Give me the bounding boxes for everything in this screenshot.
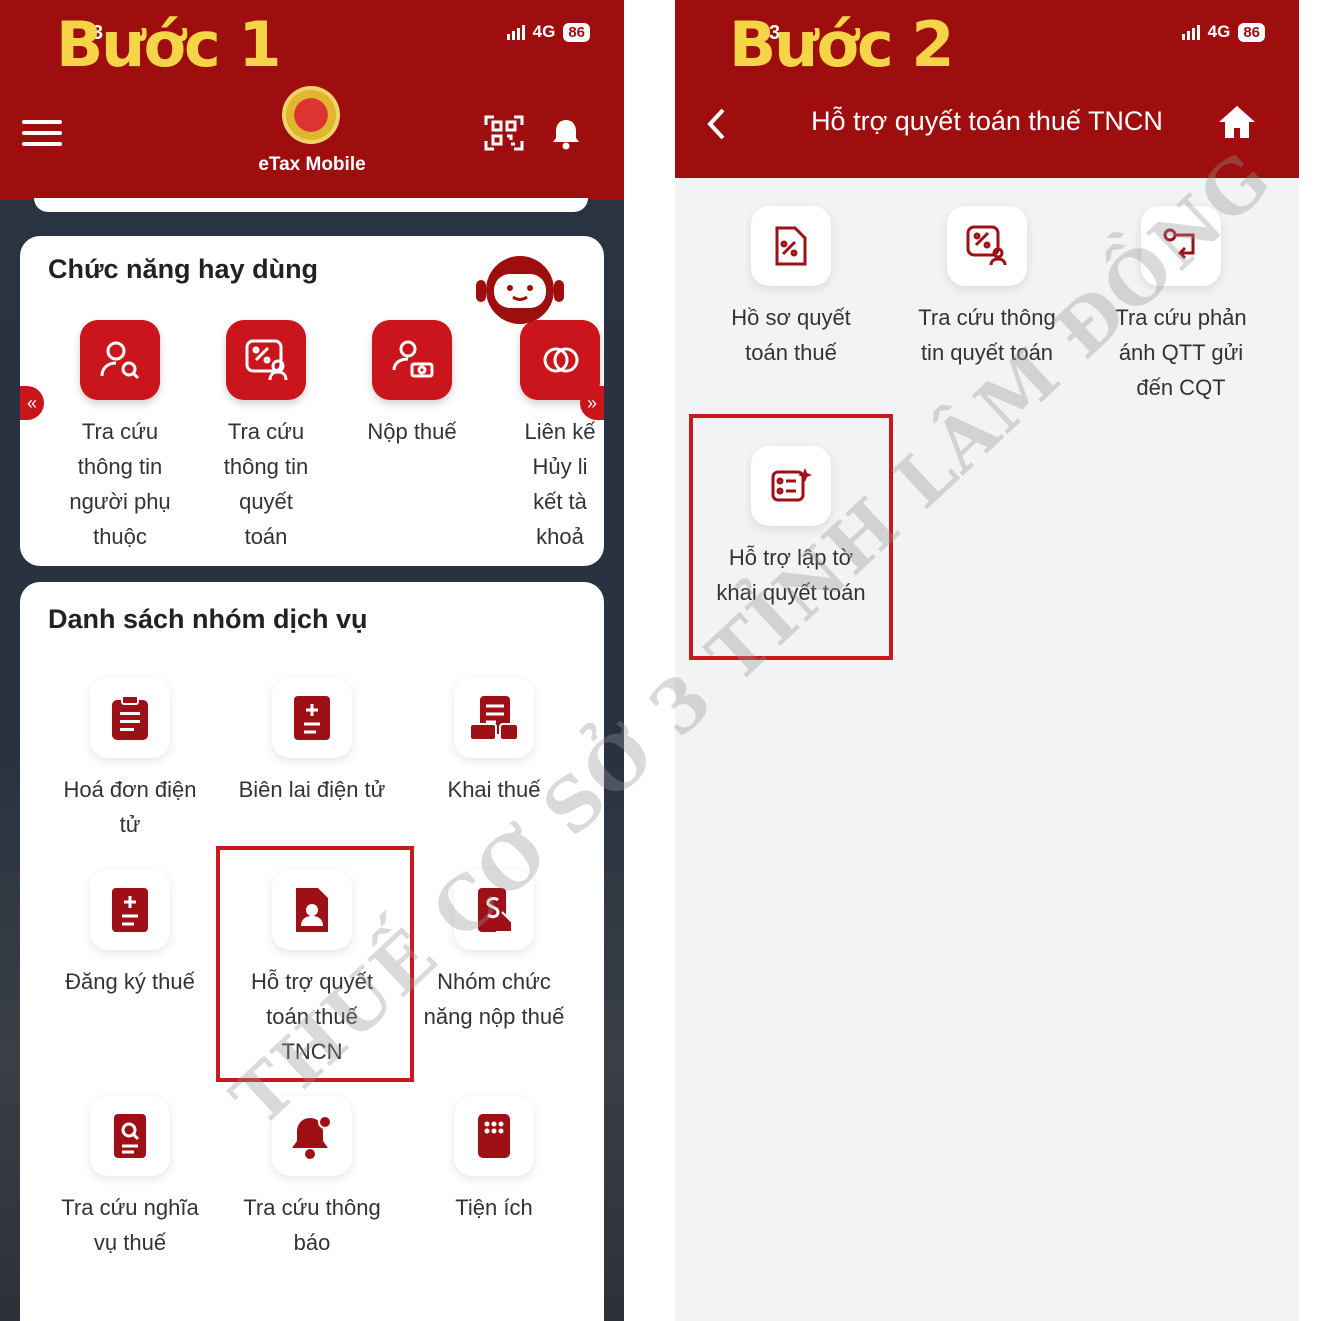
service-item-tax-obligation[interactable]: Tra cứu nghĩa vụ thuế xyxy=(50,1096,210,1260)
page-title: Hỗ trợ quyết toán thuế TNCN xyxy=(811,106,1163,136)
favorite-label: Tra cứu thông tin quyết toán xyxy=(223,419,309,549)
services-title: Danh sách nhóm dịch vụ xyxy=(48,604,368,634)
item-label: Hồ sơ quyết toán thuế xyxy=(731,305,851,365)
network-type: 4G xyxy=(1207,22,1231,41)
signal-icon xyxy=(1181,24,1200,40)
tax-obligation-icon xyxy=(90,1096,170,1176)
service-item-utilities[interactable]: Tiện ích xyxy=(414,1096,574,1225)
settlement-file-icon xyxy=(751,206,831,286)
app-brand: eTax Mobile xyxy=(258,154,366,175)
tax-declaration-icon xyxy=(454,678,534,758)
bell-icon[interactable] xyxy=(552,118,580,150)
service-label: Tra cứu nghĩa vụ thuế xyxy=(61,1195,199,1255)
favorite-item-pay-tax[interactable]: Nộp thuế xyxy=(342,320,482,449)
step-title: Bước 1 xyxy=(56,8,281,81)
item-settlement-file[interactable]: Hồ sơ quyết toán thuế xyxy=(721,206,861,370)
status-bar: 4G 86 xyxy=(1181,22,1265,42)
battery-icon: 86 xyxy=(563,22,590,42)
national-emblem-logo xyxy=(282,86,340,144)
service-label: Tra cứu thông báo xyxy=(243,1195,381,1255)
menu-icon[interactable] xyxy=(22,120,62,153)
service-item-e-receipt[interactable]: Biên lai điện tử xyxy=(232,678,392,807)
network-type: 4G xyxy=(532,22,556,41)
pay-tax-icon xyxy=(372,320,452,400)
favorite-label: Liên kế Hủy li kết tà khoả xyxy=(524,419,596,549)
home-icon[interactable] xyxy=(1217,104,1257,140)
service-label: Đăng ký thuế xyxy=(65,969,195,994)
step-title: Bước 2 xyxy=(729,8,954,81)
service-label: Hoá đơn điện tử xyxy=(63,777,197,837)
favorite-item-dependent-search[interactable]: Tra cứu thông tin người phụ thuộc xyxy=(50,320,190,554)
favorites-title: Chức năng hay dùng xyxy=(48,254,319,284)
qr-scan-icon[interactable] xyxy=(484,113,524,153)
app-header: 3 4G 86 Bước 1 eTax Mobile xyxy=(0,0,624,200)
signal-icon xyxy=(506,24,525,40)
battery-icon: 86 xyxy=(1238,22,1265,42)
service-label: Biên lai điện tử xyxy=(238,777,386,802)
receipt-icon xyxy=(272,678,352,758)
service-item-tax-registration[interactable]: Đăng ký thuế xyxy=(50,870,210,999)
utilities-icon xyxy=(454,1096,534,1176)
app-header: 3 4G 86 Bước 2 Hỗ trợ quyết toán thuế TN… xyxy=(675,0,1299,178)
user-search-icon xyxy=(80,320,160,400)
favorite-item-account-link[interactable]: Liên kế Hủy li kết tà khoả xyxy=(490,320,604,554)
tax-settlement-icon xyxy=(226,320,306,400)
settlement-search-icon xyxy=(947,206,1027,286)
service-label: Tiện ích xyxy=(455,1195,533,1220)
favorite-item-settlement-search[interactable]: Tra cứu thông tin quyết toán xyxy=(196,320,336,554)
phone-screen-step1: 3 4G 86 Bước 1 eTax Mobile Chức năng hay… xyxy=(0,0,624,1321)
status-bar: 4G 86 xyxy=(506,22,590,42)
favorite-label: Nộp thuế xyxy=(367,419,457,444)
service-item-e-invoice[interactable]: Hoá đơn điện tử xyxy=(50,678,210,842)
tax-registration-icon xyxy=(90,870,170,950)
invoice-icon xyxy=(90,678,170,758)
banner-edge xyxy=(34,198,588,212)
chatbot-robot-icon[interactable] xyxy=(470,250,570,328)
favorite-label: Tra cứu thông tin người phụ thuộc xyxy=(69,419,171,549)
